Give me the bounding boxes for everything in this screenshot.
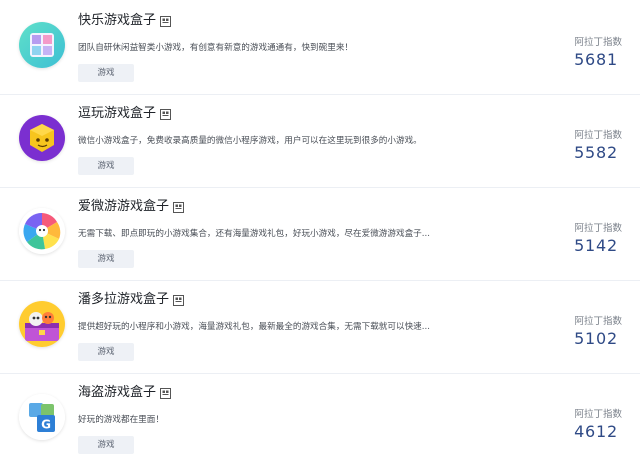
item-title[interactable]: 快乐游戏盒子: [78, 12, 156, 30]
pinwheel-logo-icon[interactable]: [19, 208, 65, 254]
category-tag[interactable]: 游戏: [78, 250, 134, 268]
index-label: 阿拉丁指数: [574, 409, 622, 420]
index-value: 5681: [574, 50, 618, 69]
index-value: 5582: [574, 143, 618, 162]
list-item[interactable]: 爱微游游戏盒子 无需下载、即点即玩的小游戏集合，还有海量游戏礼包，好玩小游戏，尽…: [0, 188, 640, 281]
category-tag[interactable]: 游戏: [78, 64, 134, 82]
item-description: 微信小游戏盒子，免费收录高质量的微信小程序游戏，用户可以在这里玩到很多的小游戏。: [78, 136, 422, 146]
letter-blocks-logo-icon[interactable]: G: [19, 394, 65, 440]
svg-text:G: G: [41, 418, 51, 432]
index-label: 阿拉丁指数: [574, 316, 622, 327]
category-tag[interactable]: 游戏: [78, 343, 134, 361]
list-item[interactable]: 潘多拉游戏盒子 提供超好玩的小程序和小游戏，海量游戏礼包，最新最全的游戏合集，无…: [0, 281, 640, 374]
item-description: 提供超好玩的小程序和小游戏，海量游戏礼包，最新最全的游戏合集，无需下载就可以快速…: [78, 322, 430, 332]
item-title[interactable]: 爱微游游戏盒子: [78, 198, 169, 216]
category-tag[interactable]: 游戏: [78, 436, 134, 454]
mini-program-list: 快乐游戏盒子 团队自研休闲益智类小游戏，有创意有新意的游戏通通有，快到碗里来！ …: [0, 0, 640, 469]
index-value: 4612: [574, 422, 618, 441]
item-description: 好玩的游戏都在里面！: [78, 415, 164, 425]
index-label: 阿拉丁指数: [574, 223, 622, 234]
qr-code-icon[interactable]: [160, 15, 172, 27]
item-description: 无需下载、即点即玩的小游戏集合，还有海量游戏礼包，好玩小游戏，尽在爱微游游戏盒子…: [78, 229, 430, 239]
list-item[interactable]: 快乐游戏盒子 团队自研休闲益智类小游戏，有创意有新意的游戏通通有，快到碗里来！ …: [0, 2, 640, 95]
list-item[interactable]: 逗玩游戏盒子 微信小游戏盒子，免费收录高质量的微信小程序游戏，用户可以在这里玩到…: [0, 95, 640, 188]
item-description: 团队自研休闲益智类小游戏，有创意有新意的游戏通通有，快到碗里来！: [78, 43, 354, 53]
qr-code-icon[interactable]: [173, 201, 185, 213]
index-label: 阿拉丁指数: [574, 37, 622, 48]
treasure-chest-logo-icon[interactable]: [19, 301, 65, 347]
item-title[interactable]: 逗玩游戏盒子: [78, 105, 156, 123]
list-item[interactable]: G 海盗游戏盒子 好玩的游戏都在里面！ 游戏 阿拉丁指数 4612: [0, 374, 640, 467]
category-tag[interactable]: 游戏: [78, 157, 134, 175]
qr-code-icon[interactable]: [160, 387, 172, 399]
qr-code-icon[interactable]: [160, 108, 172, 120]
item-title[interactable]: 海盗游戏盒子: [78, 384, 156, 402]
item-title[interactable]: 潘多拉游戏盒子: [78, 291, 169, 309]
index-value: 5142: [574, 236, 618, 255]
index-value: 5102: [574, 329, 618, 348]
qr-code-icon[interactable]: [173, 294, 185, 306]
index-label: 阿拉丁指数: [574, 130, 622, 141]
yellow-cube-logo-icon[interactable]: [19, 115, 65, 161]
cube-box-logo-icon[interactable]: [19, 22, 65, 68]
